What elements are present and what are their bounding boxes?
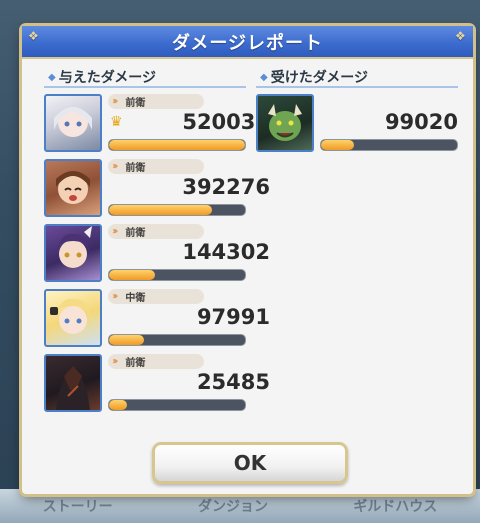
chevron-right-icon: ››› bbox=[112, 291, 119, 302]
role-label: 前衛 bbox=[125, 163, 146, 174]
corner-ornament-icon: ❖ bbox=[28, 29, 40, 43]
nav-guild-house: ギルドハウス bbox=[353, 499, 438, 515]
corner-ornament-icon: ❖ bbox=[455, 29, 467, 43]
diamond-icon: ◆ bbox=[260, 71, 268, 83]
damage-bar bbox=[108, 204, 246, 216]
nav-story: ストーリー bbox=[42, 499, 113, 515]
dialog-title-bar: ❖ ダメージレポート ❖ bbox=[22, 26, 473, 59]
damage-bar bbox=[108, 334, 246, 346]
character-portrait[interactable] bbox=[44, 289, 102, 347]
character-portrait[interactable] bbox=[44, 159, 102, 217]
dealt-row: ››› 前衛 ♛ 520038 bbox=[44, 94, 270, 156]
damage-value: 99020 bbox=[384, 110, 458, 134]
role-badge: ››› 前衛 bbox=[108, 224, 204, 239]
damage-report-dialog: ❖ ダメージレポート ❖ ◆ 与えたダメージ ◆ 受けたダメージ ››› 前衛 … bbox=[22, 26, 473, 494]
damage-value: 144302 bbox=[182, 240, 270, 264]
role-badge: ››› 前衛 bbox=[108, 354, 204, 369]
role-badge: ››› 前衛 bbox=[108, 159, 204, 174]
damage-bar-fill bbox=[109, 205, 213, 215]
dialog-title: ダメージレポート bbox=[171, 32, 324, 54]
damage-bar-fill bbox=[109, 140, 245, 150]
role-label: 前衛 bbox=[125, 358, 146, 369]
nav-dungeon: ダンジョン bbox=[197, 499, 268, 515]
damage-value: 97991 bbox=[196, 305, 270, 329]
enemy-portrait[interactable] bbox=[256, 94, 314, 152]
bottom-nav: ストーリー ダンジョン ギルドハウス bbox=[0, 489, 480, 523]
crown-icon: ♛ bbox=[110, 114, 123, 130]
character-portrait[interactable] bbox=[44, 224, 102, 282]
taken-header-label: 受けたダメージ bbox=[270, 70, 369, 86]
taken-row: 99020 bbox=[256, 94, 458, 156]
diamond-icon: ◆ bbox=[48, 71, 56, 83]
chevron-right-icon: ››› bbox=[112, 161, 119, 172]
damage-bar-fill bbox=[109, 270, 156, 280]
dealt-header: ◆ 与えたダメージ bbox=[48, 67, 156, 87]
divider bbox=[256, 86, 458, 88]
taken-header: ◆ 受けたダメージ bbox=[260, 67, 368, 87]
chevron-right-icon: ››› bbox=[112, 96, 119, 107]
chevron-right-icon: ››› bbox=[112, 356, 119, 367]
dealt-header-label: 与えたダメージ bbox=[58, 70, 157, 86]
damage-bar bbox=[108, 139, 246, 151]
damage-value: 25485 bbox=[196, 370, 270, 394]
damage-value: 392276 bbox=[182, 175, 270, 199]
dealt-row: ››› 前衛 392276 bbox=[44, 159, 270, 221]
character-portrait[interactable] bbox=[44, 354, 102, 412]
ok-label: OK bbox=[233, 451, 267, 475]
dealt-row: ››› 前衛 25485 bbox=[44, 354, 270, 416]
ok-button[interactable]: OK bbox=[152, 442, 348, 484]
damage-bar bbox=[108, 399, 246, 411]
role-label: 前衛 bbox=[125, 228, 146, 239]
role-badge: ››› 中衛 bbox=[108, 289, 204, 304]
character-portrait[interactable] bbox=[44, 94, 102, 152]
damage-bar bbox=[320, 139, 458, 151]
damage-bar-fill bbox=[109, 335, 145, 345]
damage-bar bbox=[108, 269, 246, 281]
chevron-right-icon: ››› bbox=[112, 226, 119, 237]
divider bbox=[44, 86, 246, 88]
role-badge: ››› 前衛 bbox=[108, 94, 204, 109]
role-label: 前衛 bbox=[125, 98, 146, 109]
dealt-row: ››› 中衛 97991 bbox=[44, 289, 270, 351]
damage-bar-fill bbox=[109, 400, 127, 410]
damage-bar-fill bbox=[321, 140, 354, 150]
role-label: 中衛 bbox=[125, 293, 146, 304]
dealt-row: ››› 前衛 144302 bbox=[44, 224, 270, 286]
